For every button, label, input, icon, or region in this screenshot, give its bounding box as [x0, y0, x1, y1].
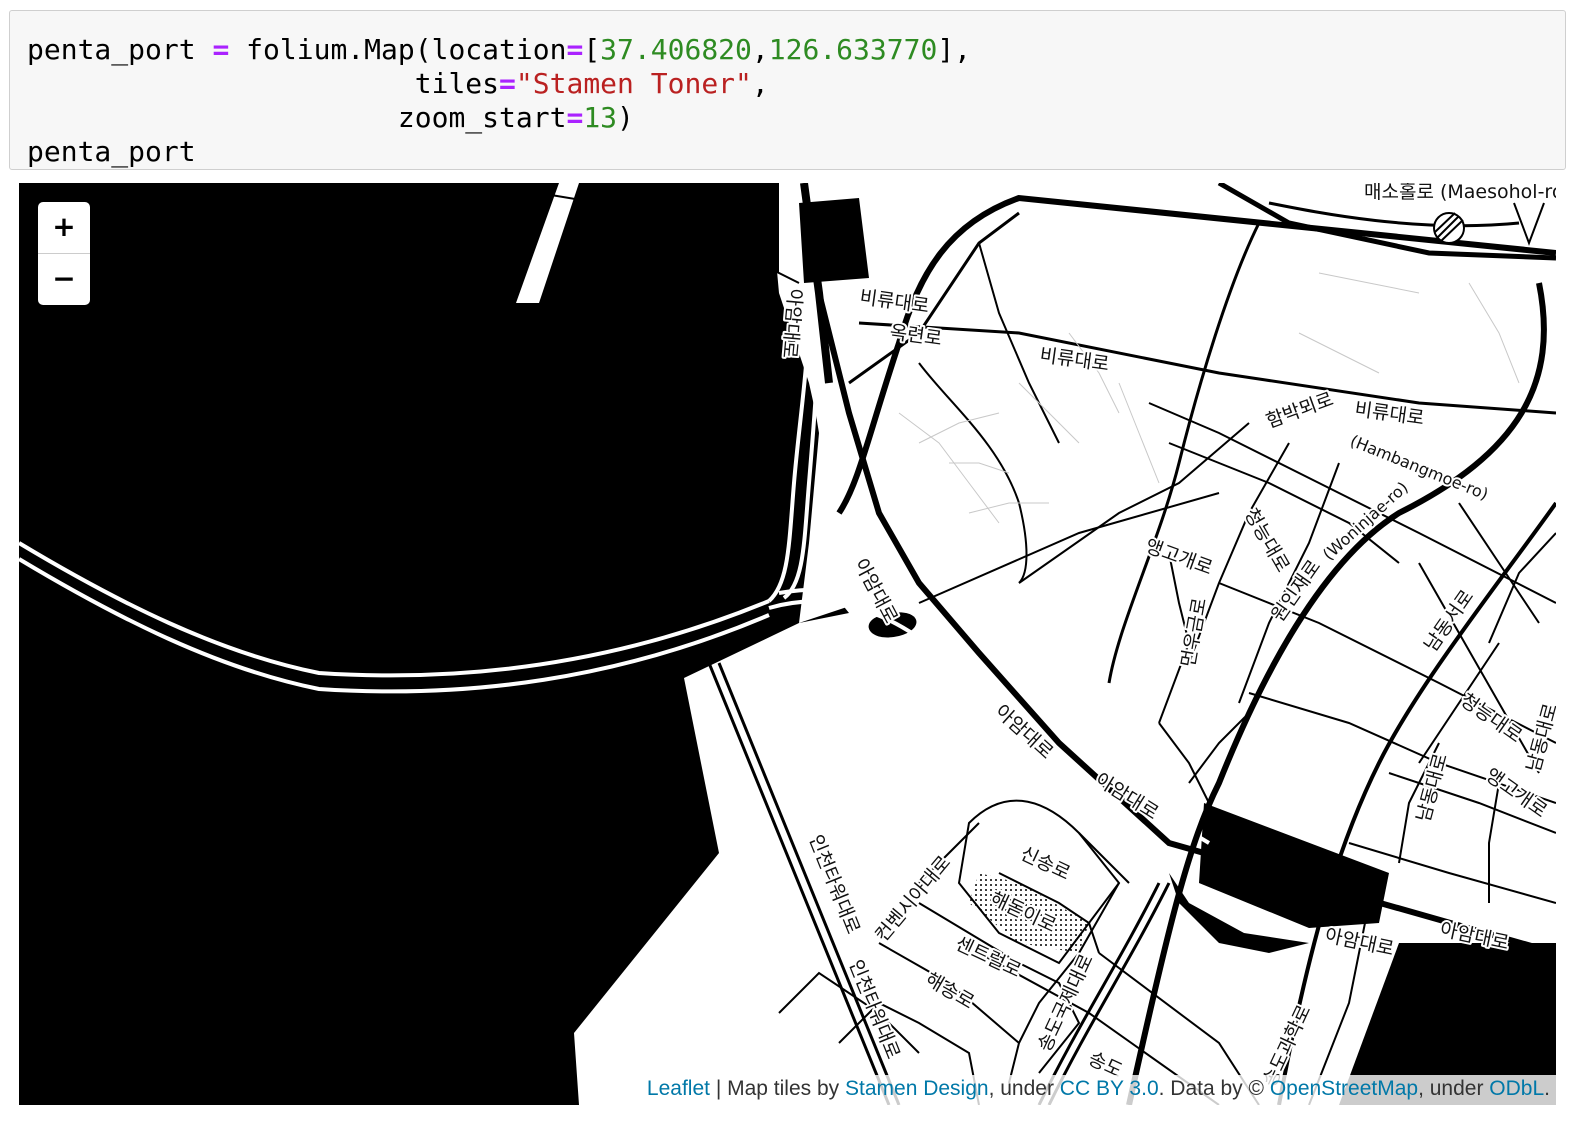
- map-container[interactable]: 매소홀로 (Maesohol-ro 비류대로 옥련로 비류대로 비류대로 아암대…: [19, 183, 1556, 1105]
- label-maesohol: 매소홀로 (Maesohol-ro: [1364, 183, 1556, 203]
- map-tiles[interactable]: 매소홀로 (Maesohol-ro 비류대로 옥련로 비류대로 비류대로 아암대…: [19, 183, 1556, 1105]
- pier: [516, 183, 579, 303]
- zoom-control: + −: [38, 202, 90, 305]
- code-op-zoom: =: [566, 101, 584, 134]
- zoom-out-button[interactable]: −: [38, 254, 90, 305]
- osm-link[interactable]: OpenStreetMap: [1270, 1077, 1418, 1100]
- attribution-text-1: | Map tiles by: [709, 1077, 845, 1100]
- code-op-tiles: =: [499, 67, 516, 100]
- code-zoom-val: 13: [583, 101, 618, 134]
- zoom-in-button[interactable]: +: [38, 202, 90, 254]
- odbl-link[interactable]: ODbL: [1489, 1077, 1544, 1100]
- code-tiles-val: "Stamen Toner": [515, 67, 752, 100]
- code-text[interactable]: penta_port = folium.Map(location=[37.406…: [10, 11, 1565, 169]
- code-var: penta_port: [27, 33, 196, 66]
- ccby-link[interactable]: CC BY 3.0: [1060, 1077, 1159, 1100]
- attribution-text-2: , under: [988, 1077, 1060, 1100]
- stamen-link[interactable]: Stamen Design: [845, 1077, 989, 1100]
- attribution-text-4: , under: [1418, 1077, 1490, 1100]
- attribution-text-3: . Data by ©: [1158, 1077, 1270, 1100]
- code-cell[interactable]: penta_port = folium.Map(location=[37.406…: [9, 10, 1566, 170]
- code-assign-op: =: [212, 33, 230, 66]
- map-attribution: Leaflet | Map tiles by Stamen Design, un…: [636, 1075, 1556, 1105]
- code-output-line: penta_port: [27, 135, 196, 168]
- code-lat: 37.406820: [600, 33, 752, 66]
- attribution-text-5: .: [1544, 1077, 1550, 1100]
- code-tiles-kw: tiles: [414, 67, 500, 100]
- code-op-location: =: [566, 33, 584, 66]
- code-call: folium.Map(location: [246, 33, 567, 66]
- leaflet-link[interactable]: Leaflet: [647, 1077, 710, 1100]
- code-zoom-kw: zoom_start: [397, 101, 567, 134]
- code-lon: 126.633770: [768, 33, 938, 66]
